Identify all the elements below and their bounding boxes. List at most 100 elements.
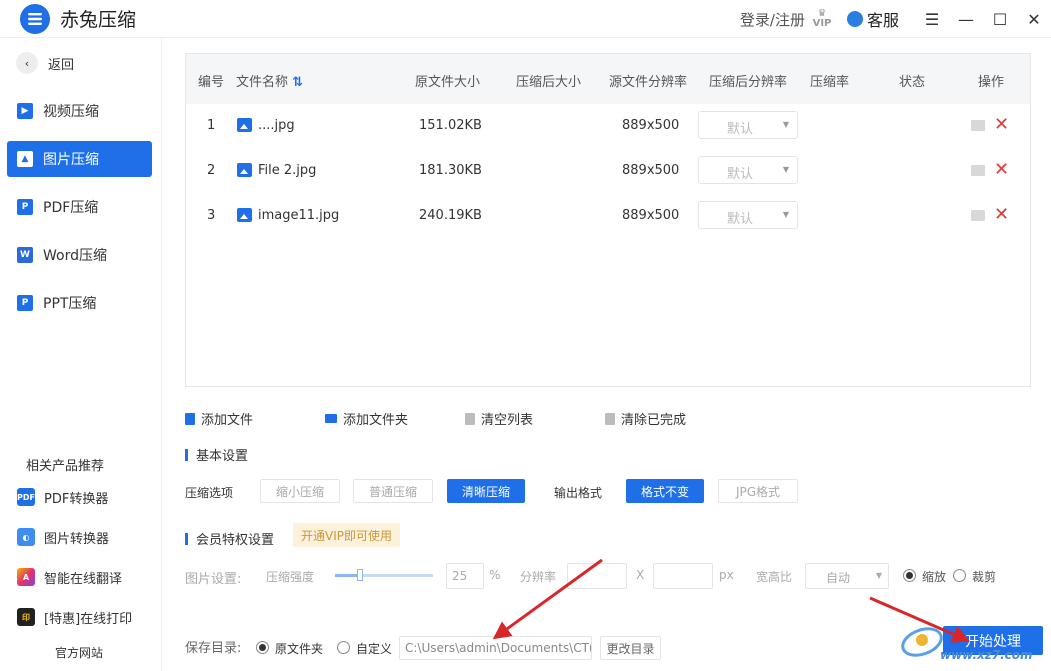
clear-done-button[interactable]: 清除已完成 xyxy=(605,409,686,428)
table-row[interactable]: 3 image11.jpg 240.19KB 889x500 默认 ▼ ✕ xyxy=(186,194,1030,239)
maximize-icon[interactable]: ☐ xyxy=(983,0,1017,38)
vip-settings-label: 会员特权设置 xyxy=(196,533,275,548)
folder-icon[interactable] xyxy=(971,165,985,176)
target-resolution-select[interactable]: 默认 ▼ xyxy=(698,201,798,229)
add-file-button[interactable]: 添加文件 xyxy=(185,409,253,428)
delete-icon[interactable]: ✕ xyxy=(994,159,1009,180)
dropdown-arrow-icon: ▼ xyxy=(782,120,789,129)
row-resolution: 889x500 xyxy=(622,163,680,178)
clear-list-button[interactable]: 清空列表 xyxy=(465,409,533,428)
sidebar-item-label: PDF压缩 xyxy=(43,200,99,216)
rec-item-label: PDF转换器 xyxy=(44,491,109,507)
row-size: 151.02KB xyxy=(419,118,482,133)
col-source-resolution: 源文件分辨率 xyxy=(609,75,688,90)
dropdown-arrow-icon: ▼ xyxy=(782,210,789,219)
original-folder-label: 原文件夹 xyxy=(275,642,324,656)
aspect-ratio-label: 宽高比 xyxy=(756,570,793,584)
add-folder-icon xyxy=(325,414,337,423)
row-size: 181.30KB xyxy=(419,163,482,178)
crop-label: 裁剪 xyxy=(972,570,997,584)
image-icon: ▲ xyxy=(17,151,33,167)
sidebar-item-label: Word压缩 xyxy=(43,248,107,264)
select-value: 默认 xyxy=(727,122,754,137)
slider-handle[interactable] xyxy=(357,569,363,581)
original-folder-radio[interactable] xyxy=(256,641,269,654)
dropdown-arrow-icon: ▼ xyxy=(782,165,789,174)
delete-icon[interactable]: ✕ xyxy=(994,204,1009,225)
col-status: 状态 xyxy=(899,75,926,90)
row-no: 1 xyxy=(207,118,216,133)
row-no: 3 xyxy=(207,208,216,223)
rec-item-print[interactable]: 印 [特惠]在线打印 xyxy=(17,605,132,629)
row-resolution: 889x500 xyxy=(622,118,680,133)
image-settings-label: 图片设置: xyxy=(185,572,242,587)
ppt-icon: P xyxy=(17,295,33,311)
minimize-icon[interactable]: — xyxy=(949,0,983,38)
image-converter-icon: ◐ xyxy=(17,528,35,546)
open-vip-tag[interactable]: 开通VIP即可使用 xyxy=(293,523,400,547)
sidebar-item-pdf[interactable]: P PDF压缩 xyxy=(7,189,152,225)
add-folder-button[interactable]: 添加文件夹 xyxy=(325,409,408,428)
format-option-jpg[interactable]: JPG格式 xyxy=(718,479,798,503)
title-bar: 赤兔压缩 登录/注册 ♛ VIP 客服 ☰ — ☐ ✕ xyxy=(0,0,1051,38)
sidebar-item-ppt[interactable]: P PPT压缩 xyxy=(7,285,152,321)
rec-item-translate[interactable]: A 智能在线翻译 xyxy=(17,565,122,589)
resolution-label: 分辨率 xyxy=(520,570,557,584)
col-actions: 操作 xyxy=(978,75,1005,90)
format-option-keep[interactable]: 格式不变 xyxy=(626,479,704,503)
app-logo-icon xyxy=(20,3,50,34)
sidebar-item-video[interactable]: ▶ 视频压缩 xyxy=(7,93,152,129)
sort-icon[interactable]: ⇅ xyxy=(292,75,303,90)
sidebar-item-image[interactable]: ▲ 图片压缩 xyxy=(7,141,152,177)
folder-icon[interactable] xyxy=(971,120,985,131)
sidebar-item-word[interactable]: W Word压缩 xyxy=(7,237,152,273)
section-bar xyxy=(185,532,188,545)
custom-folder-radio[interactable] xyxy=(337,641,350,654)
vip-label: VIP xyxy=(812,18,832,29)
clear-list-icon xyxy=(465,412,475,425)
col-no: 编号 xyxy=(198,75,225,90)
compress-option-normal[interactable]: 普通压缩 xyxy=(353,479,433,503)
table-row[interactable]: 2 File 2.jpg 181.30KB 889x500 默认 ▼ ✕ xyxy=(186,149,1030,194)
basic-settings-title: 基本设置 xyxy=(185,445,248,464)
login-register-link[interactable]: 登录/注册 xyxy=(740,9,805,30)
col-name[interactable]: 文件名称 ⇅ xyxy=(236,71,303,90)
clear-done-label: 清除已完成 xyxy=(621,413,687,428)
save-dir-label: 保存目录: xyxy=(185,641,242,656)
clear-list-label: 清空列表 xyxy=(481,413,534,428)
sidebar-item-label: 视频压缩 xyxy=(43,104,99,120)
target-resolution-select[interactable]: 默认 ▼ xyxy=(698,111,798,139)
strength-input[interactable]: 25 xyxy=(446,563,484,589)
file-actions: 添加文件 添加文件夹 清空列表 清除已完成 xyxy=(185,409,785,429)
service-label: 客服 xyxy=(866,11,899,30)
width-input[interactable] xyxy=(567,563,627,589)
vip-crown-icon[interactable]: ♛ VIP xyxy=(811,9,833,29)
start-process-button[interactable]: 开始处理 xyxy=(943,626,1043,655)
official-site-link[interactable]: 官方网站 xyxy=(55,644,103,661)
target-resolution-select[interactable]: 默认 ▼ xyxy=(698,156,798,184)
customer-service-button[interactable]: 客服 xyxy=(846,7,899,31)
rec-item-pdf-converter[interactable]: PDF PDF转换器 xyxy=(17,485,108,509)
save-path-input[interactable]: C:\Users\admin\Documents\CT( xyxy=(399,636,592,660)
compress-strength-slider[interactable] xyxy=(335,569,433,581)
crop-radio[interactable] xyxy=(953,569,966,582)
row-no: 2 xyxy=(207,163,216,178)
scale-radio[interactable] xyxy=(903,569,916,582)
close-icon[interactable]: ✕ xyxy=(1017,0,1051,38)
table-row[interactable]: 1 ....jpg 151.02KB 889x500 默认 ▼ ✕ xyxy=(186,104,1030,149)
recommend-title: 相关产品推荐 xyxy=(26,459,105,474)
service-icon xyxy=(846,11,863,27)
rec-item-image-converter[interactable]: ◐ 图片转换器 xyxy=(17,525,109,549)
menu-icon[interactable]: ☰ xyxy=(915,0,949,38)
dropdown-arrow-icon: ▼ xyxy=(875,571,882,580)
word-icon: W xyxy=(17,247,33,263)
compress-option-shrink[interactable]: 缩小压缩 xyxy=(260,479,340,503)
height-input[interactable] xyxy=(653,563,713,589)
basic-settings-label: 基本设置 xyxy=(196,449,249,464)
back-button[interactable]: ‹ 返回 xyxy=(16,52,74,74)
folder-icon[interactable] xyxy=(971,210,985,221)
aspect-ratio-select[interactable]: 自动 ▼ xyxy=(805,563,889,589)
change-dir-button[interactable]: 更改目录 xyxy=(600,636,661,660)
delete-icon[interactable]: ✕ xyxy=(994,114,1009,135)
compress-option-clear[interactable]: 清晰压缩 xyxy=(447,479,525,503)
